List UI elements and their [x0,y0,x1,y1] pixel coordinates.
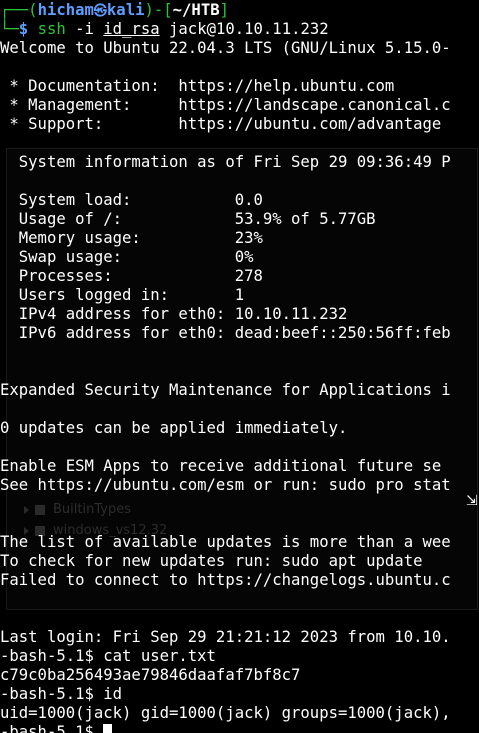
prompt-dollar: $ [18,20,29,38]
output-line: Expanded Security Maintenance for Applic… [0,381,451,399]
output-line: The list of available updates is more th… [0,533,451,551]
output-line: Processes: 278 [0,267,263,285]
text-cursor [103,724,113,733]
output-line: Enable ESM Apps to receive additional fu… [0,457,442,475]
prompt-line-top: ┌──(hicham㉿kali)-[~/HTB] [0,1,479,20]
command-key-file: id_rsa [103,20,160,38]
prompt-corner-bottom: └─ [0,20,19,38]
terminal-output: Welcome to Ubuntu 22.04.3 LTS (GNU/Linux… [0,39,479,723]
output-line: System load: 0.0 [0,191,263,209]
output-line: Users logged in: 1 [0,286,245,304]
output-line: * Support: https://ubuntu.com/advantage [0,115,442,133]
kali-skull-icon: ㉿ [93,4,107,19]
output-line: 0 updates can be applied immediately. [0,419,348,437]
output-line: -bash-5.1$ cat user.txt [0,647,216,665]
command-target: jack@10.10.11.232 [169,20,329,38]
output-line: IPv4 address for eth0: 10.10.11.232 [0,305,348,323]
final-prompt-line[interactable]: -bash-5.1$ [0,723,479,733]
output-line: Failed to connect to https://changelogs.… [0,571,451,589]
output-line: * Management: https://landscape.canonica… [0,96,451,114]
prompt-user: hicham [37,1,94,19]
output-line: Usage of /: 53.9% of 5.77GB [0,210,376,228]
output-line: System information as of Fri Sep 29 09:3… [0,153,451,171]
prompt-path: ~/HTB [172,1,220,19]
prompt-line-command: └─$ ssh -i id_rsa jack@10.10.11.232 [0,20,479,39]
prompt-corner-top: ┌──( [0,1,38,19]
output-line: Welcome to Ubuntu 22.04.3 LTS (GNU/Linux… [0,39,451,57]
terminal-window[interactable]: BuiltinTypes windows_vs12.32 ┌──(hicham㉿… [0,0,479,733]
output-line: uid=1000(jack) gid=1000(jack) groups=100… [0,704,451,722]
output-line: Memory usage: 23% [0,229,263,247]
output-line: Last login: Fri Sep 29 21:21:12 2023 fro… [0,628,451,646]
prompt-separator: )-[ [144,1,173,19]
mouse-pointer-icon: ⇲ [466,493,478,509]
command-flag: -i [75,20,94,38]
final-prompt: -bash-5.1$ [0,723,104,733]
output-line: To check for new updates run: sudo apt u… [0,552,423,570]
prompt-host: kali [106,1,145,19]
prompt-bracket-end: ] [219,1,229,19]
output-line: * Documentation: https://help.ubuntu.com [0,77,395,95]
output-line: c79c0ba256493ae79846daafaf7bf8c7 [0,666,301,684]
output-line: Swap usage: 0% [0,248,254,266]
output-line: -bash-5.1$ id [0,685,123,703]
output-line: IPv6 address for eth0: dead:beef::250:56… [0,324,451,342]
command-name: ssh [37,20,66,38]
output-line: See https://ubuntu.com/esm or run: sudo … [0,476,451,494]
